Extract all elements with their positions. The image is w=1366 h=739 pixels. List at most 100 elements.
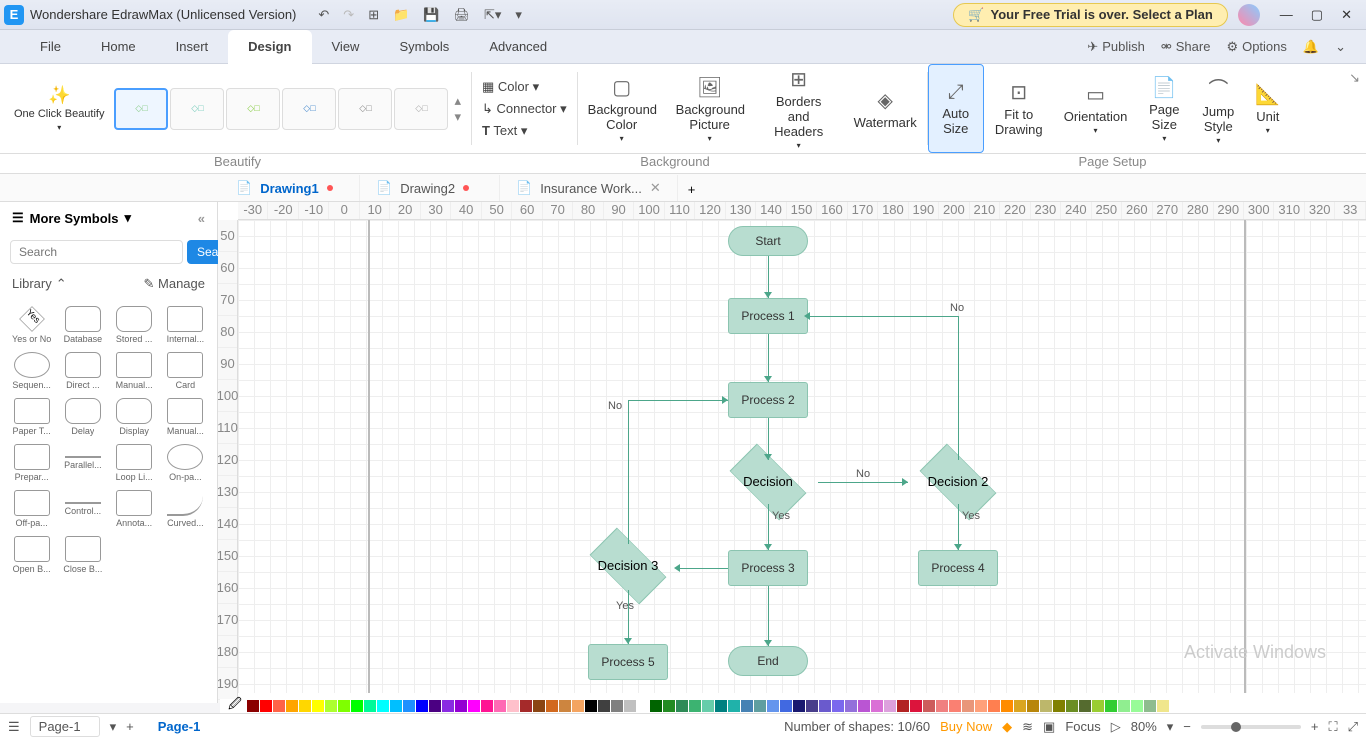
color-swatch[interactable] [663,700,675,712]
color-swatch[interactable] [650,700,662,712]
color-swatch[interactable] [923,700,935,712]
color-swatch[interactable] [819,700,831,712]
theme-up-icon[interactable]: ▴ [454,93,461,109]
presentation-icon[interactable]: ▣ [1043,719,1055,735]
color-swatch[interactable] [780,700,792,712]
color-swatch[interactable] [1014,700,1026,712]
undo-icon[interactable]: ↶ [318,7,329,23]
jump-style-button[interactable]: ⌒Jump Style▾ [1191,64,1245,153]
connector-dropdown[interactable]: ↳ Connector ▾ [482,101,567,117]
shape-item[interactable]: Delay [59,396,106,438]
page-selector[interactable]: Page-1 [30,716,100,737]
layers-icon[interactable]: ≋ [1022,719,1033,735]
collapse-sidebar-icon[interactable]: « [198,211,205,226]
color-swatch[interactable] [507,700,519,712]
auto-size-button[interactable]: ⤢Auto Size [928,64,984,153]
color-swatch[interactable] [559,700,571,712]
redo-icon[interactable]: ↷ [343,7,354,23]
color-swatch[interactable] [1079,700,1091,712]
color-swatch[interactable] [988,700,1000,712]
connector[interactable] [768,334,769,382]
borders-button[interactable]: ⊞Borders and Headers▾ [754,64,844,153]
menu-insert[interactable]: Insert [156,30,229,64]
process5-node[interactable]: Process 5 [588,644,668,680]
export-icon[interactable]: ⇱▾ [484,7,501,23]
connector[interactable] [678,568,728,569]
color-swatch[interactable] [1144,700,1156,712]
shape-item[interactable]: Annota... [111,488,158,530]
unit-button[interactable]: 📐Unit▾ [1245,64,1290,153]
color-swatch[interactable] [299,700,311,712]
doc-tab[interactable]: 📄Drawing2 [360,175,500,201]
color-swatch[interactable] [377,700,389,712]
menu-home[interactable]: Home [81,30,156,64]
shape-item[interactable]: Sequen... [8,350,55,392]
menu-symbols[interactable]: Symbols [379,30,469,64]
color-swatch[interactable] [585,700,597,712]
color-swatch[interactable] [1027,700,1039,712]
new-tab-button[interactable]: + [678,178,706,201]
save-icon[interactable]: 💾 [423,7,439,23]
color-swatch[interactable] [455,700,467,712]
color-swatch[interactable] [962,700,974,712]
shape-item[interactable]: Open B... [8,534,55,576]
shape-item[interactable]: Manual... [162,396,209,438]
maximize-icon[interactable]: ▢ [1311,7,1323,23]
zoom-in-icon[interactable]: + [1311,719,1319,734]
theme-2[interactable]: ◇□ [170,88,224,130]
expand-ribbon-icon[interactable]: ↘ [1343,64,1366,153]
close-icon[interactable]: ✕ [1341,7,1352,23]
fit-page-icon[interactable]: ⛶ [1328,719,1337,735]
bg-color-button[interactable]: ▢Background Color▾ [578,64,666,153]
start-node[interactable]: Start [728,226,808,256]
color-swatch[interactable] [1066,700,1078,712]
color-swatch[interactable] [949,700,961,712]
theme-6[interactable]: ◇□ [394,88,448,130]
library-label[interactable]: Library [12,276,52,292]
color-swatch[interactable] [247,700,259,712]
shape-item[interactable]: Database [59,304,106,346]
color-swatch[interactable] [1053,700,1065,712]
connector[interactable] [958,316,959,460]
color-swatch[interactable] [910,700,922,712]
color-swatch[interactable] [273,700,285,712]
color-swatch[interactable] [481,700,493,712]
sidebar-title[interactable]: More Symbols [30,211,119,226]
minimize-icon[interactable]: — [1280,7,1293,23]
shape-item[interactable]: Stored ... [111,304,158,346]
shape-item[interactable]: Paper T... [8,396,55,438]
open-icon[interactable]: 📁 [393,7,409,23]
color-swatch[interactable] [611,700,623,712]
color-swatch[interactable] [312,700,324,712]
process3-node[interactable]: Process 3 [728,550,808,586]
one-click-beautify-button[interactable]: ✨ One Click Beautify ▾ [6,85,112,131]
more-icon[interactable]: ▾ [515,7,522,23]
color-swatch[interactable] [754,700,766,712]
zoom-out-icon[interactable]: − [1183,719,1191,734]
color-swatch[interactable] [741,700,753,712]
color-swatch[interactable] [1001,700,1013,712]
color-swatch[interactable] [728,700,740,712]
shape-item[interactable]: Control... [59,488,106,530]
share-button[interactable]: ⚮ Share [1161,39,1211,55]
color-swatch[interactable] [832,700,844,712]
shape-item[interactable]: Manual... [111,350,158,392]
color-swatch[interactable] [1040,700,1052,712]
color-swatch[interactable] [689,700,701,712]
decision-node[interactable]: Decision [718,458,818,506]
orientation-button[interactable]: ▭Orientation▾ [1054,64,1138,153]
shape-item[interactable]: On-pa... [162,442,209,484]
color-dropdown[interactable]: ▦ Color ▾ [482,79,567,95]
color-swatch[interactable] [637,700,649,712]
shape-item[interactable]: Internal... [162,304,209,346]
color-swatch[interactable] [260,700,272,712]
bg-picture-button[interactable]: 🖼Background Picture▾ [666,64,754,153]
color-swatch[interactable] [793,700,805,712]
zoom-dropdown-icon[interactable]: ▾ [1167,719,1174,735]
page-tab[interactable]: Page-1 [144,717,215,736]
shape-item[interactable]: Prepar... [8,442,55,484]
color-swatch[interactable] [767,700,779,712]
color-swatch[interactable] [325,700,337,712]
page-dropdown-icon[interactable]: ▾ [110,719,117,735]
shape-item[interactable]: Parallel... [59,442,106,484]
